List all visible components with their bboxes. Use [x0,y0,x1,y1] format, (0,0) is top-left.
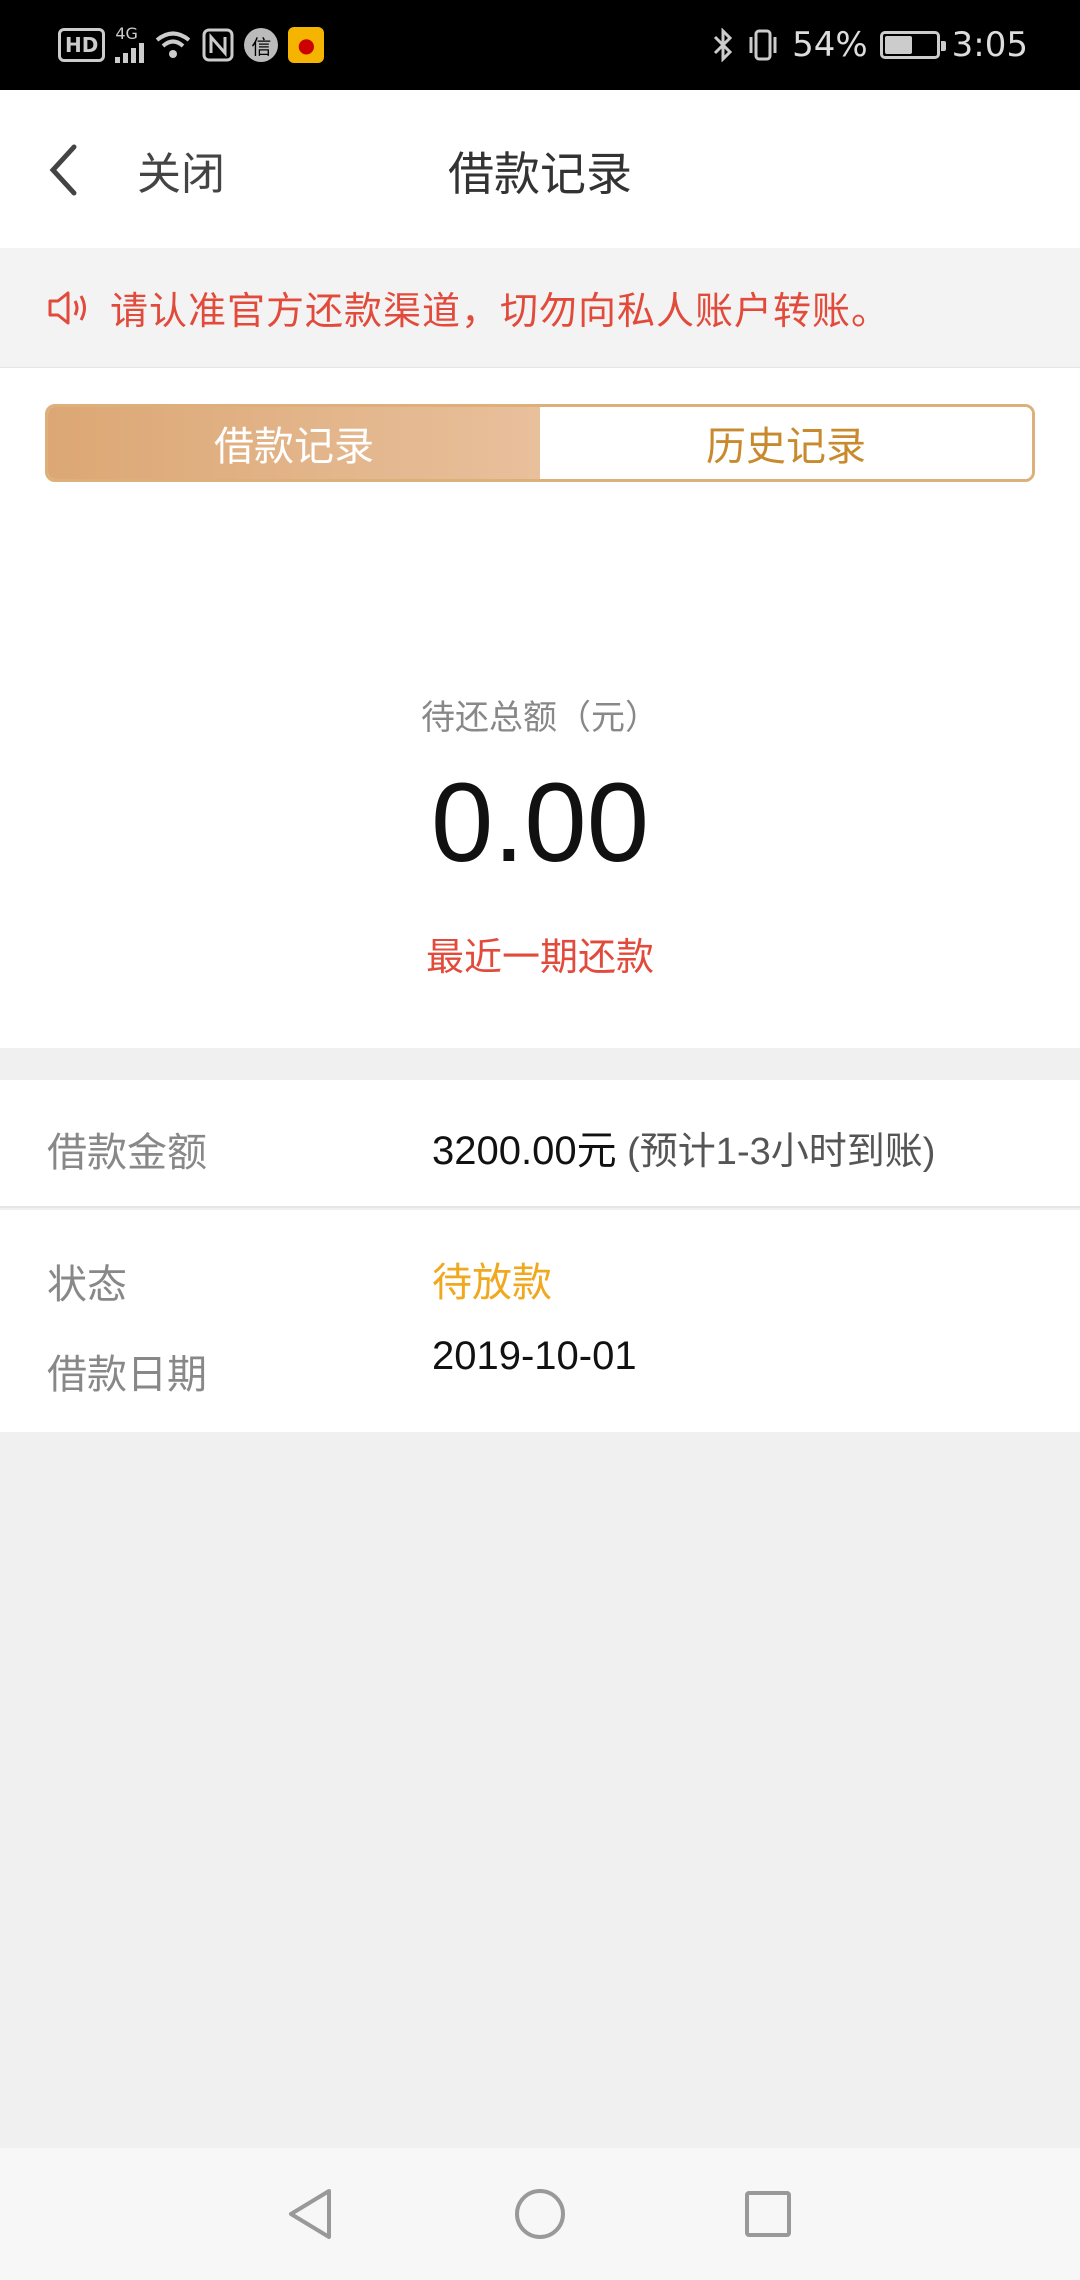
app-icon: ● [288,27,325,63]
battery-icon [879,31,946,59]
circle-home-icon [515,2189,565,2239]
speaker-icon [46,285,92,331]
loan-amount-card: 借款金额 3200.00元 (预计1-3小时到账) [0,1080,1080,1208]
nfc-icon [202,28,234,62]
bluetooth-icon [712,28,734,62]
vibrate-icon [746,28,780,62]
loan-date-label: 借款日期 [47,1352,207,1398]
status-bar: HD 4G 信 ● 54% 3:05 [0,0,1080,90]
recent-repayment-link[interactable]: 最近一期还款 [0,926,1080,981]
segmented-control: 借款记录 历史记录 [45,404,1035,482]
status-label: 状态 [47,1262,127,1308]
notice-banner: 请认准官方还款渠道，切勿向私人账户转账。 [0,248,1080,368]
clock: 3:05 [951,25,1028,65]
status-bar-left: HD 4G 信 ● [58,22,325,68]
nav-home-button[interactable] [510,2184,570,2244]
network-type-label: 4G [115,24,138,43]
status-bar-right: 54% 3:05 [712,22,1028,68]
loan-amount-label: 借款金额 [47,1130,207,1176]
triangle-back-icon [289,2189,331,2239]
page-title: 借款记录 [448,147,632,201]
signal-bars [115,41,145,63]
hd-icon: HD [58,28,106,62]
tab-loan-records[interactable]: 借款记录 [48,407,540,479]
summary-section: 借款记录 历史记录 待还总额（元） 0.00 最近一期还款 [0,368,1080,1048]
amount-value: 0.00 [431,760,649,885]
notice-text: 请认准官方还款渠道，切勿向私人账户转账。 [110,289,891,333]
system-nav-bar [0,2148,1080,2280]
header: 关闭 借款记录 [0,90,1080,248]
loan-status-card: 状态 待放款 借款日期 2019-10-01 [0,1210,1080,1432]
loan-amount-note: (预计1-3小时到账) [616,1131,936,1173]
amount-label: 待还总额（元） [421,698,659,738]
loan-date-value: 2019-10-01 [432,1334,637,1378]
message-icon: 信 [244,28,279,62]
square-recents-icon [745,2191,791,2237]
tab-history-records[interactable]: 历史记录 [540,407,1032,479]
nav-back-button[interactable] [280,2184,340,2244]
loan-amount-value: 3200.00元 (预计1-3小时到账) [432,1118,935,1176]
nav-recents-button[interactable] [738,2184,798,2244]
status-value: 待放款 [432,1261,552,1305]
loan-amount-number: 3200.00元 [432,1129,617,1173]
signal-icon: 4G [115,24,145,63]
battery-percent: 54% [792,25,868,65]
wifi-icon [154,30,192,60]
battery-fill [884,36,912,54]
